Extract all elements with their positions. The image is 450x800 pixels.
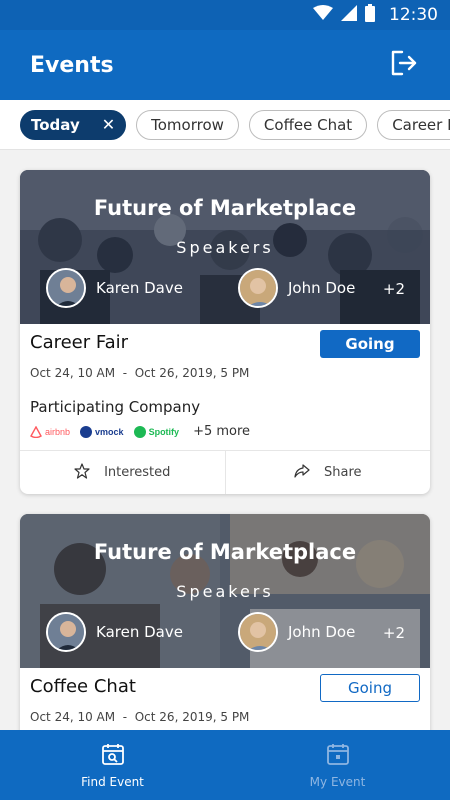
speaker-name: John Doe <box>288 623 356 641</box>
nav-find-event[interactable]: Find Event <box>0 730 225 800</box>
avatar <box>46 612 86 652</box>
date-end: Oct 26, 2019, 5 PM <box>134 710 250 724</box>
logout-button[interactable] <box>386 48 420 82</box>
logout-icon <box>388 48 418 83</box>
close-icon[interactable]: ✕ <box>102 115 115 134</box>
event-banner: Future of Marketplace Speakers Karen Dav… <box>20 170 430 324</box>
chip-label: Tomorrow <box>151 115 224 134</box>
bottom-nav: Find Event My Event <box>0 730 450 800</box>
share-button[interactable]: Share <box>224 451 431 494</box>
event-banner: Future of Marketplace Speakers Karen Dav… <box>20 514 430 668</box>
speaker-item[interactable]: Karen Dave <box>46 268 183 308</box>
cellular-icon <box>341 4 357 26</box>
battery-icon <box>365 3 375 27</box>
speaker-name: John Doe <box>288 279 356 297</box>
interested-label: Interested <box>104 465 171 480</box>
chip-label: Career Fair <box>392 115 450 134</box>
card-actions: Interested Share <box>20 450 430 494</box>
calendar-icon <box>326 742 350 769</box>
star-icon <box>74 462 90 483</box>
speaker-item[interactable]: Karen Dave <box>46 612 183 652</box>
event-date: Oct 24, 10 AM - Oct 26, 2019, 5 PM <box>30 366 249 380</box>
date-start: Oct 24, 10 AM <box>30 366 116 380</box>
more-companies[interactable]: +5 more <box>193 424 250 439</box>
page-title: Events <box>30 52 114 78</box>
event-card[interactable]: Future of Marketplace Speakers Karen Dav… <box>20 170 430 494</box>
chip-career-fair[interactable]: Career Fair <box>377 109 450 140</box>
date-end: Oct 26, 2019, 5 PM <box>134 366 250 380</box>
banner-title: Future of Marketplace <box>93 196 357 220</box>
going-button[interactable]: Going <box>320 330 420 358</box>
nav-my-event[interactable]: My Event <box>225 730 450 800</box>
nav-label: My Event <box>309 774 366 789</box>
vmock-logo: vmock <box>80 425 124 438</box>
participating-company-label: Participating Company <box>30 398 201 416</box>
calendar-search-icon <box>101 742 125 769</box>
date-start: Oct 24, 10 AM <box>30 710 116 724</box>
status-time: 12:30 <box>389 5 438 25</box>
app-bar: Events <box>0 30 450 100</box>
event-title: Coffee Chat <box>30 676 136 697</box>
status-bar: 12:30 <box>0 0 450 30</box>
event-date: Oct 24, 10 AM - Oct 26, 2019, 5 PM <box>30 710 249 724</box>
speaker-item[interactable]: John Doe <box>238 268 355 308</box>
chip-label: Coffee Chat <box>263 115 353 134</box>
chip-tomorrow[interactable]: Tomorrow <box>136 109 239 140</box>
company-name: airbnb <box>45 426 71 437</box>
avatar <box>238 268 278 308</box>
banner-title: Future of Marketplace <box>93 540 357 564</box>
date-separator: - <box>122 366 128 380</box>
more-speakers-count[interactable]: +2 <box>383 280 405 298</box>
avatar <box>238 612 278 652</box>
spotify-logo: Spotify <box>133 425 180 438</box>
airbnb-logo: airbnb <box>30 425 71 438</box>
chip-coffee-chat[interactable]: Coffee Chat <box>248 109 368 140</box>
going-button[interactable]: Going <box>320 674 420 702</box>
banner-subtitle: Speakers <box>176 238 274 257</box>
speaker-name: Karen Dave <box>96 623 183 641</box>
chip-label: Today <box>31 115 80 134</box>
speaker-name: Karen Dave <box>96 279 183 297</box>
filter-chips: Today ✕ Tomorrow Coffee Chat Career Fair <box>0 100 450 150</box>
interested-button[interactable]: Interested <box>20 451 225 494</box>
company-logos: airbnb vmock Spotify +5 more <box>30 424 250 439</box>
avatar <box>46 268 86 308</box>
company-name: vmock <box>95 426 124 437</box>
wifi-icon <box>313 4 333 26</box>
date-separator: - <box>122 710 128 724</box>
nav-label: Find Event <box>81 774 144 789</box>
chip-today[interactable]: Today ✕ <box>20 109 127 140</box>
share-label: Share <box>323 465 362 480</box>
more-speakers-count[interactable]: +2 <box>383 624 405 642</box>
share-icon <box>294 463 310 482</box>
event-title: Career Fair <box>30 332 129 353</box>
event-card[interactable]: Future of Marketplace Speakers Karen Dav… <box>20 514 430 744</box>
banner-subtitle: Speakers <box>176 582 274 601</box>
company-name: Spotify <box>148 426 180 437</box>
speaker-item[interactable]: John Doe <box>238 612 355 652</box>
